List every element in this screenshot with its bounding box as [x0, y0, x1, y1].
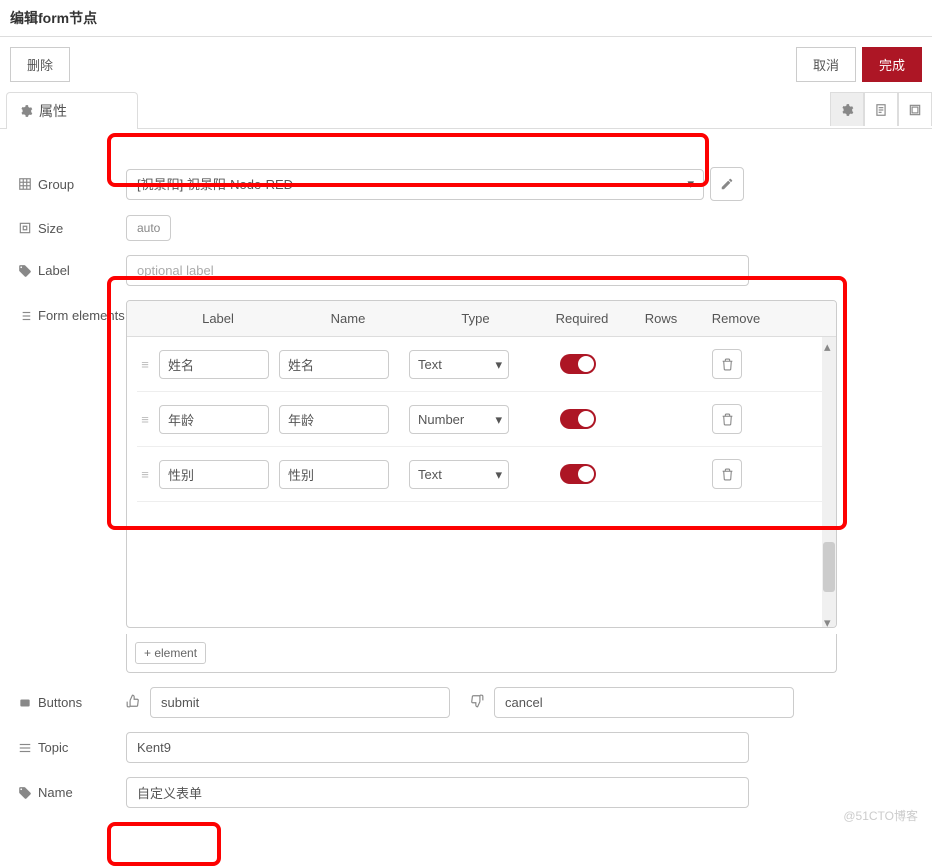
drag-handle-icon[interactable]: ≡: [137, 412, 153, 427]
element-type-select[interactable]: Text: [409, 460, 509, 489]
topic-label: Topic: [38, 740, 68, 755]
name-input[interactable]: [126, 777, 749, 808]
group-row: Group [祝景阳] 祝景阳-Node-RED ▾: [18, 167, 914, 201]
element-label-input[interactable]: [159, 460, 269, 489]
name-label: Name: [38, 785, 73, 800]
element-name-input[interactable]: [279, 460, 389, 489]
thumbs-up-icon: [126, 694, 140, 711]
scroll-down-icon: ▾: [824, 615, 834, 625]
submit-button-input[interactable]: [150, 687, 450, 718]
tab-appearance-button[interactable]: [898, 92, 932, 126]
element-type-select[interactable]: Text: [409, 350, 509, 379]
tab-description-button[interactable]: [864, 92, 898, 126]
highlight-name: [107, 822, 221, 866]
topic-input[interactable]: [126, 732, 749, 763]
drag-handle-icon[interactable]: ≡: [137, 467, 153, 482]
buttons-label: Buttons: [38, 695, 82, 710]
required-toggle[interactable]: [560, 409, 596, 429]
scroll-thumb[interactable]: [823, 542, 835, 592]
group-select[interactable]: [祝景阳] 祝景阳-Node-RED: [126, 169, 704, 200]
delete-button[interactable]: 删除: [10, 47, 70, 82]
edit-group-button[interactable]: [710, 167, 744, 201]
trash-icon: [721, 468, 734, 481]
bars-icon: [18, 741, 32, 755]
required-toggle[interactable]: [560, 354, 596, 374]
label-row: Label: [18, 255, 914, 286]
scrollbar[interactable]: ▴ ▾: [822, 337, 836, 627]
element-row: ≡ Text▾: [137, 337, 826, 392]
form-elements-label: Form elements: [38, 308, 125, 323]
element-row: ≡ Text▾: [137, 447, 826, 502]
label-input[interactable]: [126, 255, 749, 286]
plus-icon: +: [144, 646, 154, 660]
list-icon: [18, 309, 32, 323]
group-label: Group: [38, 177, 74, 192]
tag-icon: [18, 264, 32, 278]
element-label-input[interactable]: [159, 350, 269, 379]
element-name-input[interactable]: [279, 350, 389, 379]
layout-icon: [908, 103, 922, 117]
tab-bar: 属性: [0, 92, 932, 129]
dialog-title: 编辑form节点: [0, 0, 932, 37]
required-toggle[interactable]: [560, 464, 596, 484]
header-required: Required: [538, 311, 626, 326]
header-label: Label: [153, 311, 283, 326]
watermark: @51CTO博客: [843, 807, 918, 824]
grid-icon: [18, 177, 32, 191]
tag-icon: [18, 786, 32, 800]
thumbs-down-icon: [470, 694, 484, 711]
remove-element-button[interactable]: [712, 404, 742, 434]
cancel-button[interactable]: 取消: [796, 47, 856, 82]
remove-element-button[interactable]: [712, 459, 742, 489]
topic-row: Topic: [18, 732, 914, 763]
tab-properties[interactable]: 属性: [6, 92, 138, 129]
trash-icon: [721, 358, 734, 371]
buttons-row: Buttons: [18, 687, 914, 718]
header-name: Name: [283, 311, 413, 326]
element-row: ≡ Number▾: [137, 392, 826, 447]
done-button[interactable]: 完成: [862, 47, 922, 82]
remove-element-button[interactable]: [712, 349, 742, 379]
size-row: Size auto: [18, 215, 914, 241]
add-element-button[interactable]: + element: [135, 642, 206, 664]
tab-label: 属性: [39, 101, 67, 121]
square-icon: [18, 696, 32, 710]
form-elements-row: Form elements Label Name Type Required R…: [18, 300, 914, 673]
elements-header: Label Name Type Required Rows Remove: [127, 301, 836, 337]
drag-handle-icon[interactable]: ≡: [137, 357, 153, 372]
resize-icon: [18, 221, 32, 235]
gear-icon: [19, 104, 33, 118]
label-label: Label: [38, 263, 70, 278]
scroll-up-icon: ▴: [824, 339, 834, 349]
header-type: Type: [413, 311, 538, 326]
element-name-input[interactable]: [279, 405, 389, 434]
elements-table: Label Name Type Required Rows Remove ≡ T…: [126, 300, 837, 628]
form-body: Group [祝景阳] 祝景阳-Node-RED ▾ Size auto Lab…: [0, 129, 932, 832]
header-remove: Remove: [696, 311, 776, 326]
size-label: Size: [38, 221, 63, 236]
gear-icon: [840, 103, 854, 117]
size-button[interactable]: auto: [126, 215, 171, 241]
cancel-button-input[interactable]: [494, 687, 794, 718]
header-rows: Rows: [626, 311, 696, 326]
element-type-select[interactable]: Number: [409, 405, 509, 434]
trash-icon: [721, 413, 734, 426]
elements-list: ≡ Text▾ ≡ Number▾ ≡ Text▾: [127, 337, 836, 502]
tab-settings-button[interactable]: [830, 92, 864, 126]
name-row: Name: [18, 777, 914, 808]
pencil-icon: [720, 177, 734, 191]
action-bar: 删除 取消 完成: [0, 37, 932, 92]
document-icon: [874, 103, 888, 117]
element-label-input[interactable]: [159, 405, 269, 434]
